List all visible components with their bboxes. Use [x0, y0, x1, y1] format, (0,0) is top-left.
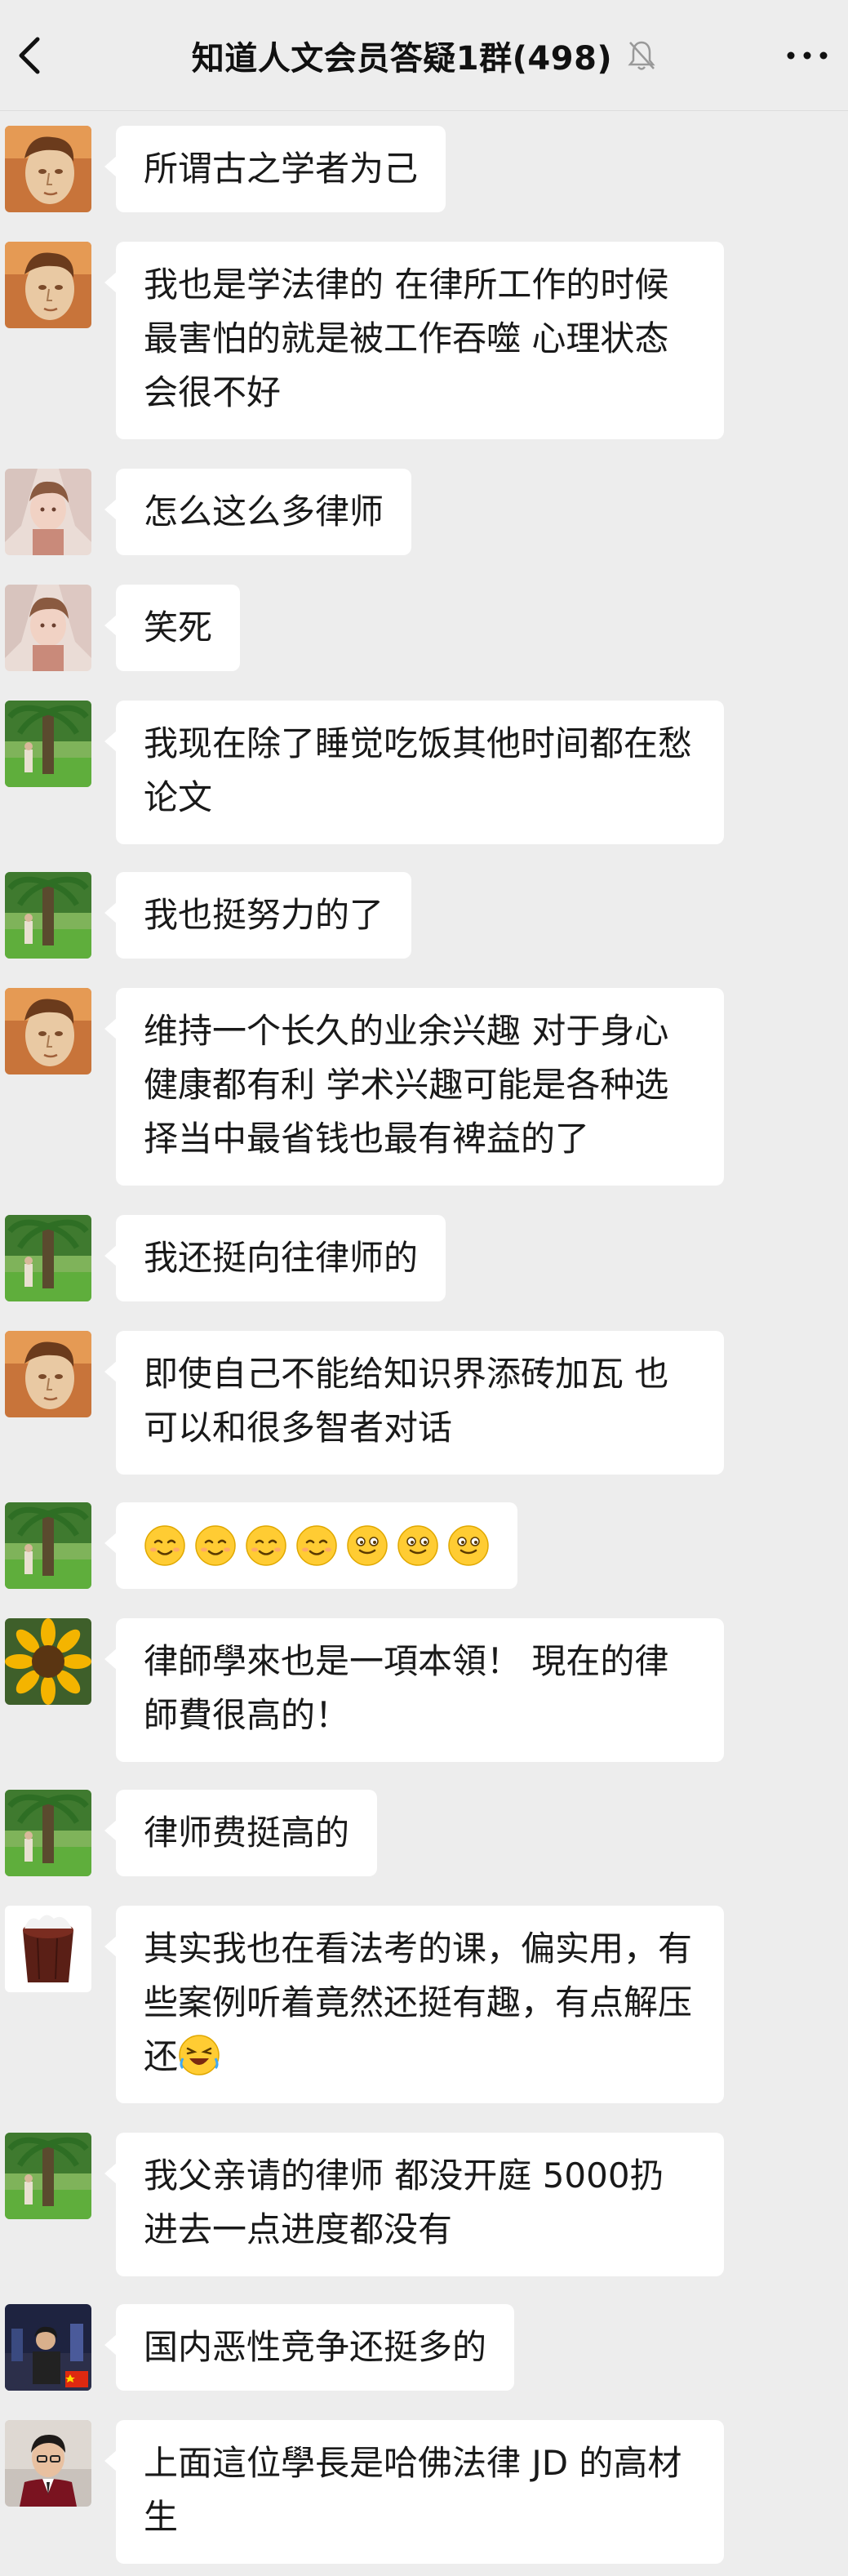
david-statue-avatar[interactable]: [5, 242, 91, 328]
cake-avatar[interactable]: [5, 1906, 91, 1992]
message-bubble[interactable]: 怎么这么多律师: [104, 469, 412, 555]
smile-emoji-icon: [194, 1524, 237, 1567]
palm-tree-avatar[interactable]: [5, 1790, 91, 1876]
grin-emoji-icon: [447, 1524, 490, 1567]
man-portrait-avatar[interactable]: [5, 2420, 91, 2507]
grin-emoji-icon: [397, 1524, 439, 1567]
smile-emoji-icon: [295, 1524, 338, 1567]
message-bubble[interactable]: 国内恶性竞争还挺多的: [104, 2304, 515, 2391]
chat-title: 知道人文会员答疑1群(498): [191, 40, 613, 78]
palm-tree-avatar[interactable]: [5, 2133, 91, 2219]
message-bubble[interactable]: 律师费挺高的: [104, 1790, 378, 1876]
angel-painting-avatar[interactable]: [5, 469, 91, 555]
message-bubble[interactable]: 我父亲请的律师 都没开庭 5000扔进去一点进度都没有: [104, 2133, 724, 2276]
message-bubble[interactable]: 所谓古之学者为己: [104, 126, 446, 212]
message-bubble[interactable]: 我还挺向往律师的: [104, 1215, 446, 1301]
david-statue-avatar[interactable]: [5, 1331, 91, 1417]
smile-emoji-icon: [144, 1524, 186, 1567]
city-photo-avatar[interactable]: [5, 2304, 91, 2391]
message-bubble[interactable]: 律師學來也是一項本領！ 現在的律師費很高的！: [104, 1618, 724, 1762]
message-bubble[interactable]: 其实我也在看法考的课，偏实用，有些案例听着竟然还挺有趣，有点解压还: [104, 1906, 724, 2103]
sunflower-avatar[interactable]: [5, 1618, 91, 1705]
message-bubble[interactable]: 上面這位學長是哈佛法律 JD 的高材生: [104, 2420, 724, 2564]
message-bubble[interactable]: 维持一个长久的业余兴趣 对于身心健康都有利 学术兴趣可能是各种选择当中最省钱也最…: [104, 988, 724, 1186]
message-bubble[interactable]: [104, 1502, 517, 1589]
angel-painting-avatar[interactable]: [5, 585, 91, 671]
palm-tree-avatar[interactable]: [5, 1502, 91, 1589]
message-bubble[interactable]: 笑死: [104, 585, 241, 671]
message-bubble[interactable]: 我也挺努力的了: [104, 872, 412, 959]
rofl-emoji-icon: [178, 2034, 220, 2076]
grin-emoji-icon: [346, 1524, 388, 1567]
david-statue-avatar[interactable]: [5, 126, 91, 212]
smile-emoji-icon: [245, 1524, 287, 1567]
message-bubble[interactable]: 即使自己不能给知识界添砖加瓦 也可以和很多智者对话: [104, 1331, 724, 1475]
emoji-row: [144, 1519, 490, 1573]
chat-header: 知道人文会员答疑1群(498): [0, 0, 848, 111]
david-statue-avatar[interactable]: [5, 988, 91, 1074]
more-horizontal-icon[interactable]: [783, 46, 832, 65]
palm-tree-avatar[interactable]: [5, 1215, 91, 1301]
bell-muted-icon: [628, 41, 655, 70]
message-bubble[interactable]: 我也是学法律的 在律所工作的时候 最害怕的就是被工作吞噬 心理状态会很不好: [104, 242, 724, 439]
message-bubble[interactable]: 我现在除了睡觉吃饭其他时间都在愁论文: [104, 701, 724, 844]
palm-tree-avatar[interactable]: [5, 872, 91, 959]
palm-tree-avatar[interactable]: [5, 701, 91, 787]
